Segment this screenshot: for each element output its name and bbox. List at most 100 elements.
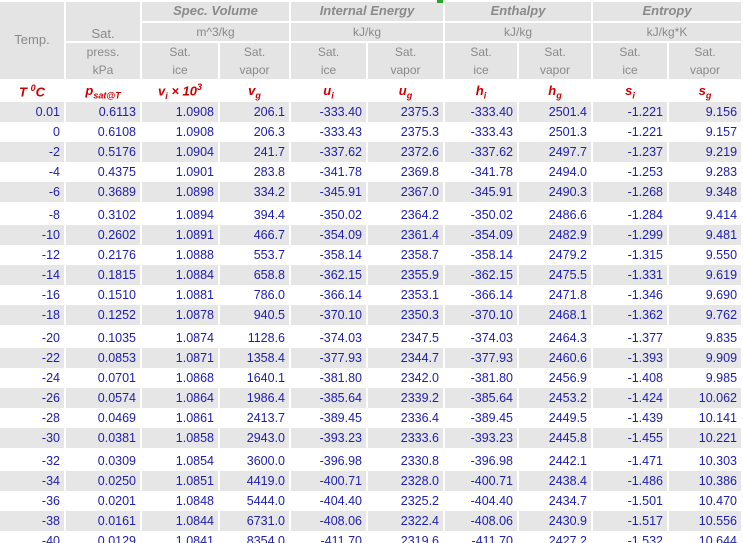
- col-hg-sat: Sat.: [544, 45, 566, 59]
- cell-vi: 1.0891: [142, 225, 220, 245]
- table-row: -40 0.0129 1.0841 8354.0 -411.70 2319.6 -411.7…: [0, 531, 743, 543]
- unit-entropy-label: kJ/kg*K: [646, 25, 688, 39]
- col-ui-ice: ice: [320, 63, 337, 77]
- cell-ug: 2333.6: [368, 428, 446, 448]
- unit-enthalpy-label: kJ/kg: [504, 25, 533, 39]
- sym-ui: ui: [291, 81, 368, 102]
- cell-ui: -381.80: [291, 368, 368, 388]
- cell-hi: -381.80: [445, 368, 520, 388]
- cell-ug: 2325.2: [368, 491, 446, 511]
- cell-temp: -36: [0, 491, 66, 511]
- cell-vi: 1.0894: [142, 205, 220, 225]
- cell-sg: 9.762: [669, 305, 743, 325]
- sym-hi-sub: i: [483, 90, 487, 101]
- cell-si: -1.268: [593, 182, 670, 202]
- cell-hi: -366.14: [445, 285, 520, 305]
- cell-ug: 2328.0: [368, 471, 446, 491]
- group-entropy-title: Entropy: [642, 3, 692, 18]
- col-vg-header: Sat. vapor: [220, 43, 291, 81]
- col-hi-header: Sat. ice: [445, 43, 520, 81]
- top-edge: [0, 0, 743, 2]
- cell-hg: 2430.9: [519, 511, 594, 531]
- cell-sg: 10.470: [669, 491, 743, 511]
- cell-vg: 553.7: [220, 245, 291, 265]
- cell-temp: -32: [0, 451, 66, 471]
- cell-vi: 1.0888: [142, 245, 220, 265]
- cell-sg: 10.062: [669, 388, 743, 408]
- table-row: 0 0.6108 1.0908 206.3 -333.43 2375.3 -333.43 25…: [0, 122, 743, 142]
- group-spec-volume-title: Spec. Volume: [173, 3, 258, 18]
- cell-psat: 0.0129: [66, 531, 142, 543]
- col-ug-header: Sat. vapor: [368, 43, 446, 81]
- cell-temp: 0: [0, 122, 66, 142]
- cell-temp: -12: [0, 245, 66, 265]
- cell-ui: -377.93: [291, 348, 368, 368]
- cell-ui: -333.43: [291, 122, 368, 142]
- cell-hi: -350.02: [445, 205, 520, 225]
- sat-press-unit: kPa: [92, 63, 114, 77]
- sym-sg-main: s: [698, 82, 706, 98]
- cell-hg: 2486.6: [519, 205, 594, 225]
- cell-hg: 2460.6: [519, 348, 594, 368]
- cell-temp: -20: [0, 328, 66, 348]
- col-sg-header: Sat. vapor: [669, 43, 743, 81]
- cell-hg: 2494.0: [519, 162, 594, 182]
- cell-temp: -14: [0, 265, 66, 285]
- sym-hg-sub: g: [556, 90, 562, 101]
- cell-psat: 0.0574: [66, 388, 142, 408]
- sym-vi: vi × 103: [142, 81, 220, 102]
- cell-ug: 2358.7: [368, 245, 446, 265]
- unit-internal-energy-label: kJ/kg: [353, 25, 382, 39]
- cell-ui: -400.71: [291, 471, 368, 491]
- table-body: 0.01 0.6113 1.0908 206.1 -333.40 2375.3 -333.4…: [0, 102, 743, 543]
- col-vi-header: Sat. ice: [142, 43, 220, 81]
- sat-press-header-top: Sat.: [66, 0, 142, 43]
- sym-ui-sub: i: [331, 90, 334, 101]
- cell-psat: 0.4375: [66, 162, 142, 182]
- cell-ug: 2375.3: [368, 102, 446, 122]
- cell-psat: 0.6108: [66, 122, 142, 142]
- cell-ug: 2372.6: [368, 142, 446, 162]
- cell-vg: 3600.0: [220, 451, 291, 471]
- cell-sg: 9.219: [669, 142, 743, 162]
- cell-psat: 0.0309: [66, 451, 142, 471]
- cell-si: -1.331: [593, 265, 670, 285]
- unit-internal-energy: kJ/kg: [291, 23, 446, 43]
- col-vg-sat: Sat.: [243, 45, 266, 59]
- cell-vg: 786.0: [220, 285, 291, 305]
- cell-vi: 1.0904: [142, 142, 220, 162]
- cell-temp: -2: [0, 142, 66, 162]
- cell-vg: 2413.7: [220, 408, 291, 428]
- cell-ug: 2375.3: [368, 122, 446, 142]
- cell-sg: 9.619: [669, 265, 743, 285]
- cell-psat: 0.2602: [66, 225, 142, 245]
- cell-psat: 0.6113: [66, 102, 142, 122]
- sym-hg: hg: [519, 81, 594, 102]
- cell-ug: 2364.2: [368, 205, 446, 225]
- cell-si: -1.284: [593, 205, 670, 225]
- table-row: -28 0.0469 1.0861 2413.7 -389.45 2336.4 -389.4…: [0, 408, 743, 428]
- cell-hg: 2479.2: [519, 245, 594, 265]
- sym-vg-sub: g: [255, 90, 261, 101]
- cell-sg: 9.283: [669, 162, 743, 182]
- cell-temp: -28: [0, 408, 66, 428]
- cell-si: -1.439: [593, 408, 670, 428]
- table-row: -32 0.0309 1.0854 3600.0 -396.98 2330.8 -396.9…: [0, 451, 743, 471]
- cell-ui: -333.40: [291, 102, 368, 122]
- cell-temp: -4: [0, 162, 66, 182]
- cell-hg: 2482.9: [519, 225, 594, 245]
- col-hi-sat: Sat.: [470, 45, 492, 59]
- cell-ug: 2342.0: [368, 368, 446, 388]
- table-row: 0.01 0.6113 1.0908 206.1 -333.40 2375.3 -333.4…: [0, 102, 743, 122]
- cell-vg: 6731.0: [220, 511, 291, 531]
- cell-hi: -404.40: [445, 491, 520, 511]
- cell-hi: -370.10: [445, 305, 520, 325]
- cell-hg: 2427.2: [519, 531, 594, 543]
- col-ui-header: Sat. ice: [291, 43, 368, 81]
- cell-ug: 2355.9: [368, 265, 446, 285]
- cell-si: -1.532: [593, 531, 670, 543]
- cell-sg: 9.985: [669, 368, 743, 388]
- cell-ui: -337.62: [291, 142, 368, 162]
- cell-psat: 0.0201: [66, 491, 142, 511]
- cell-ui: -404.40: [291, 491, 368, 511]
